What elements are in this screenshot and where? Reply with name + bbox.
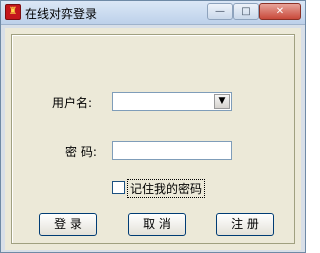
register-button[interactable]: 注 册 [216,213,274,236]
password-label: 密 码: [65,145,97,159]
login-window: ♜ 在线对弈登录 — □ ✕ 用户名: ▼ 密 码: 记住我的密码 登 录 取 … [0,0,306,253]
minimize-button[interactable]: — [207,3,233,20]
chevron-down-icon[interactable]: ▼ [214,94,230,109]
remember-password-label[interactable]: 记住我的密码 [127,179,206,198]
close-button[interactable]: ✕ [259,3,301,20]
dialog-body: 用户名: ▼ 密 码: 记住我的密码 登 录 取 消 注 册 [5,28,301,250]
login-button[interactable]: 登 录 [39,213,97,236]
maximize-button[interactable]: □ [233,3,259,20]
username-combobox[interactable]: ▼ [112,92,232,111]
username-label: 用户名: [52,96,93,110]
title-bar[interactable]: ♜ 在线对弈登录 — □ ✕ [1,1,305,25]
password-field[interactable] [112,141,232,160]
window-title: 在线对弈登录 [25,7,98,21]
app-icon: ♜ [5,4,21,20]
cancel-button[interactable]: 取 消 [128,213,186,236]
remember-password-checkbox[interactable] [112,181,125,194]
